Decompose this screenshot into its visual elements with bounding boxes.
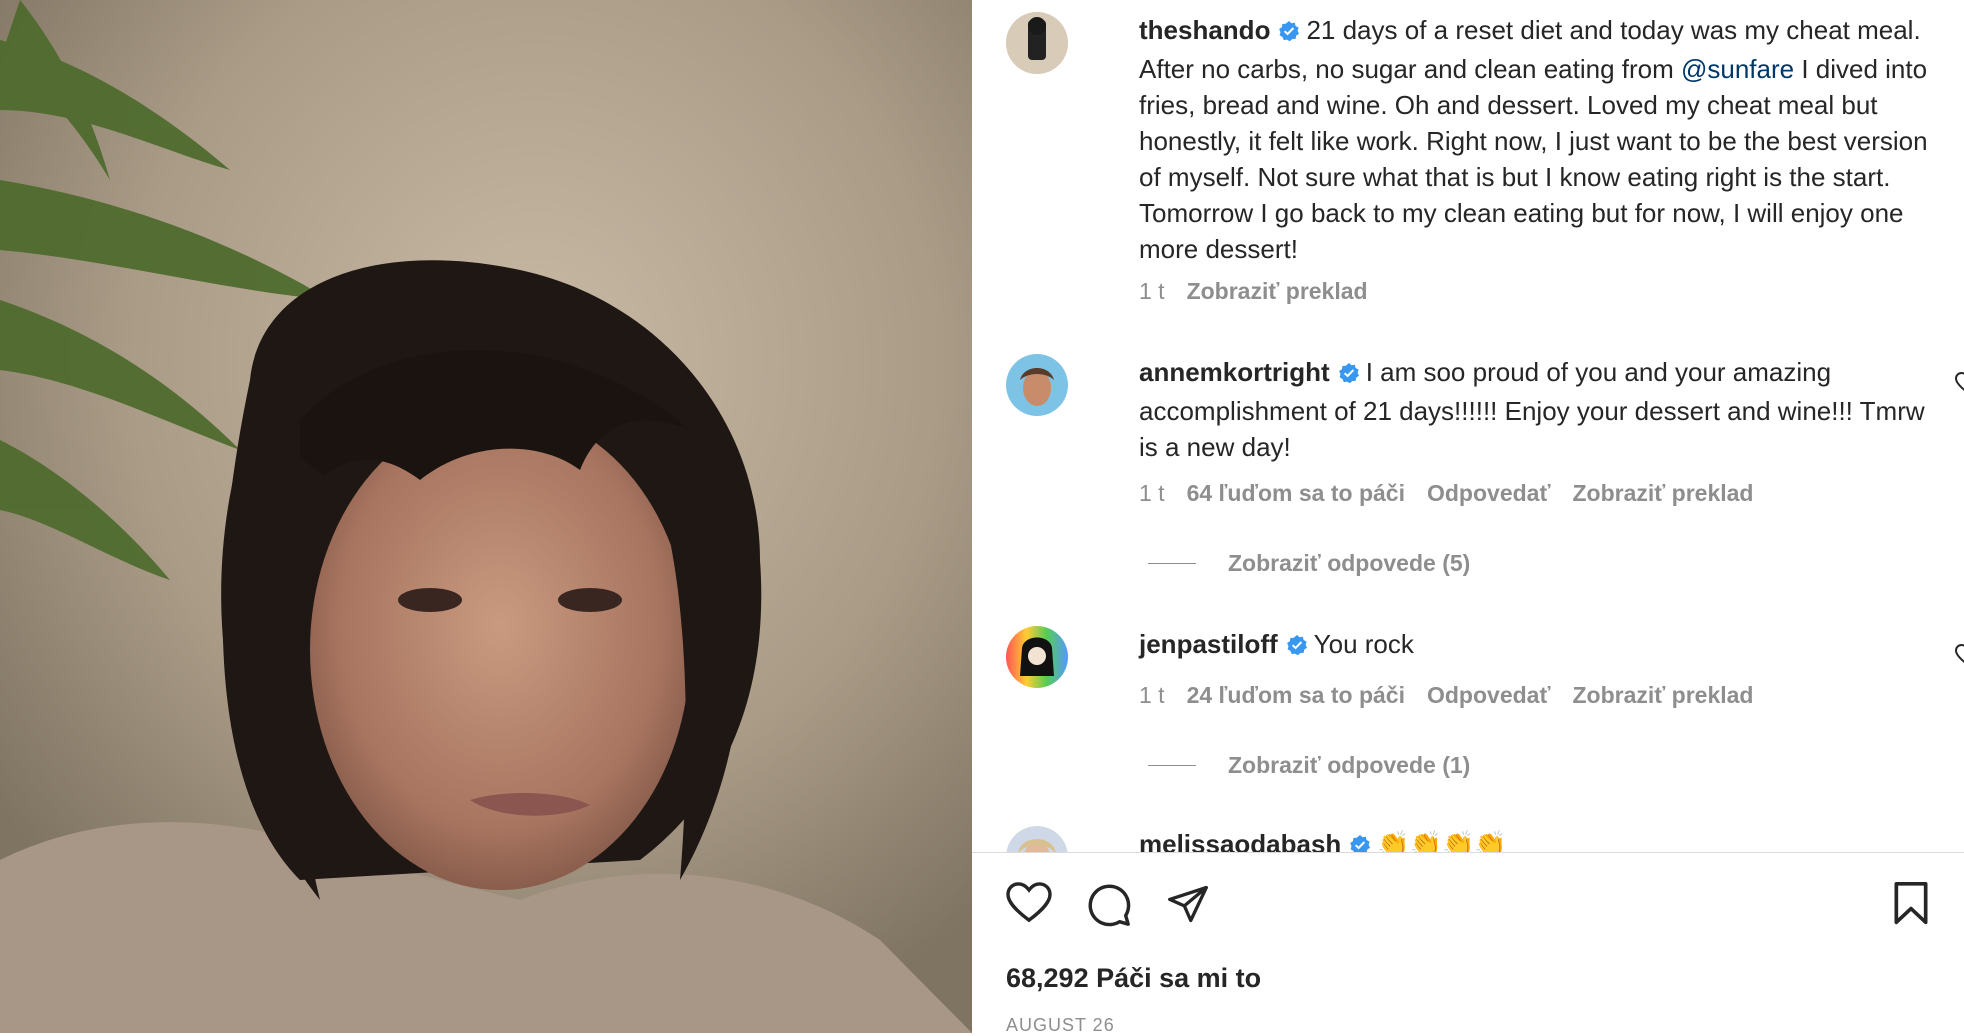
view-replies-label: Zobraziť odpovede (5)	[1228, 550, 1471, 576]
view-replies-label: Zobraziť odpovede (1)	[1228, 752, 1471, 778]
translate-link[interactable]: Zobraziť preklad	[1572, 480, 1753, 506]
likes-count[interactable]: 24 ľuďom sa to páči	[1187, 682, 1405, 708]
action-bar	[1006, 882, 1931, 932]
comment-like-heart-icon[interactable]	[1954, 643, 1964, 671]
avatar[interactable]	[1006, 354, 1068, 416]
comments-list[interactable]: theshando 21 days of a reset diet and tod…	[972, 0, 1964, 852]
comment-icon[interactable]	[1086, 882, 1132, 933]
comment-text: jenpastiloff You rock	[1139, 626, 1939, 665]
verified-badge-icon	[1349, 829, 1371, 852]
likes-count[interactable]: 64 ľuďom sa to páči	[1187, 480, 1405, 506]
reply-button[interactable]: Odpovedať	[1427, 480, 1550, 506]
translate-link[interactable]: Zobraziť preklad	[1572, 682, 1753, 708]
timestamp[interactable]: 1 t	[1139, 278, 1165, 304]
caption-meta: 1 t Zobraziť preklad	[1139, 278, 1390, 305]
caption-text: theshando 21 days of a reset diet and tod…	[1139, 12, 1939, 267]
reply-button[interactable]: Odpovedať	[1427, 682, 1550, 708]
comment-body: You rock	[1313, 629, 1414, 659]
username[interactable]: melissaodabash	[1139, 829, 1341, 852]
comment-body: 👏👏👏👏	[1377, 829, 1507, 852]
timestamp[interactable]: 1 t	[1139, 682, 1165, 708]
translate-link[interactable]: Zobraziť preklad	[1187, 278, 1368, 304]
caption-body-rest: I dived into fries, bread and wine. Oh a…	[1139, 54, 1928, 264]
replies-divider	[1148, 563, 1196, 564]
comment-meta: 1 t 24 ľuďom sa to páči Odpovedať Zobraziť …	[1139, 682, 1775, 709]
username[interactable]: theshando	[1139, 15, 1270, 45]
verified-badge-icon	[1278, 15, 1300, 51]
view-replies-button[interactable]: Zobraziť odpovede (1)	[1148, 752, 1470, 779]
actions-divider	[972, 852, 1964, 853]
verified-badge-icon	[1286, 629, 1308, 665]
username[interactable]: annemkortright	[1139, 357, 1330, 387]
comment-text: annemkortright I am soo proud of you and …	[1139, 354, 1939, 465]
replies-divider	[1148, 765, 1196, 766]
username[interactable]: jenpastiloff	[1139, 629, 1278, 659]
view-replies-button[interactable]: Zobraziť odpovede (5)	[1148, 550, 1470, 577]
mention-link[interactable]: @sunfare	[1681, 54, 1794, 84]
post-likes-count[interactable]: 68,292 Páči sa mi to	[1006, 963, 1261, 994]
comment-text: melissaodabash 👏👏👏👏	[1139, 826, 1939, 852]
comment-meta: 1 t 64 ľuďom sa to páči Odpovedať Zobraziť …	[1139, 480, 1775, 507]
timestamp[interactable]: 1 t	[1139, 480, 1165, 506]
share-icon[interactable]	[1166, 882, 1210, 931]
avatar[interactable]	[1006, 626, 1068, 688]
verified-badge-icon	[1338, 357, 1360, 393]
avatar[interactable]	[1006, 12, 1068, 74]
post-photo-illustration	[0, 0, 972, 1033]
post-photo[interactable]	[0, 0, 972, 1033]
avatar[interactable]	[1006, 826, 1068, 852]
comment-like-heart-icon[interactable]	[1954, 371, 1964, 399]
post-side-panel: theshando 21 days of a reset diet and tod…	[972, 0, 1964, 1035]
heart-icon[interactable]	[1006, 882, 1052, 929]
bookmark-icon[interactable]	[1891, 882, 1931, 931]
